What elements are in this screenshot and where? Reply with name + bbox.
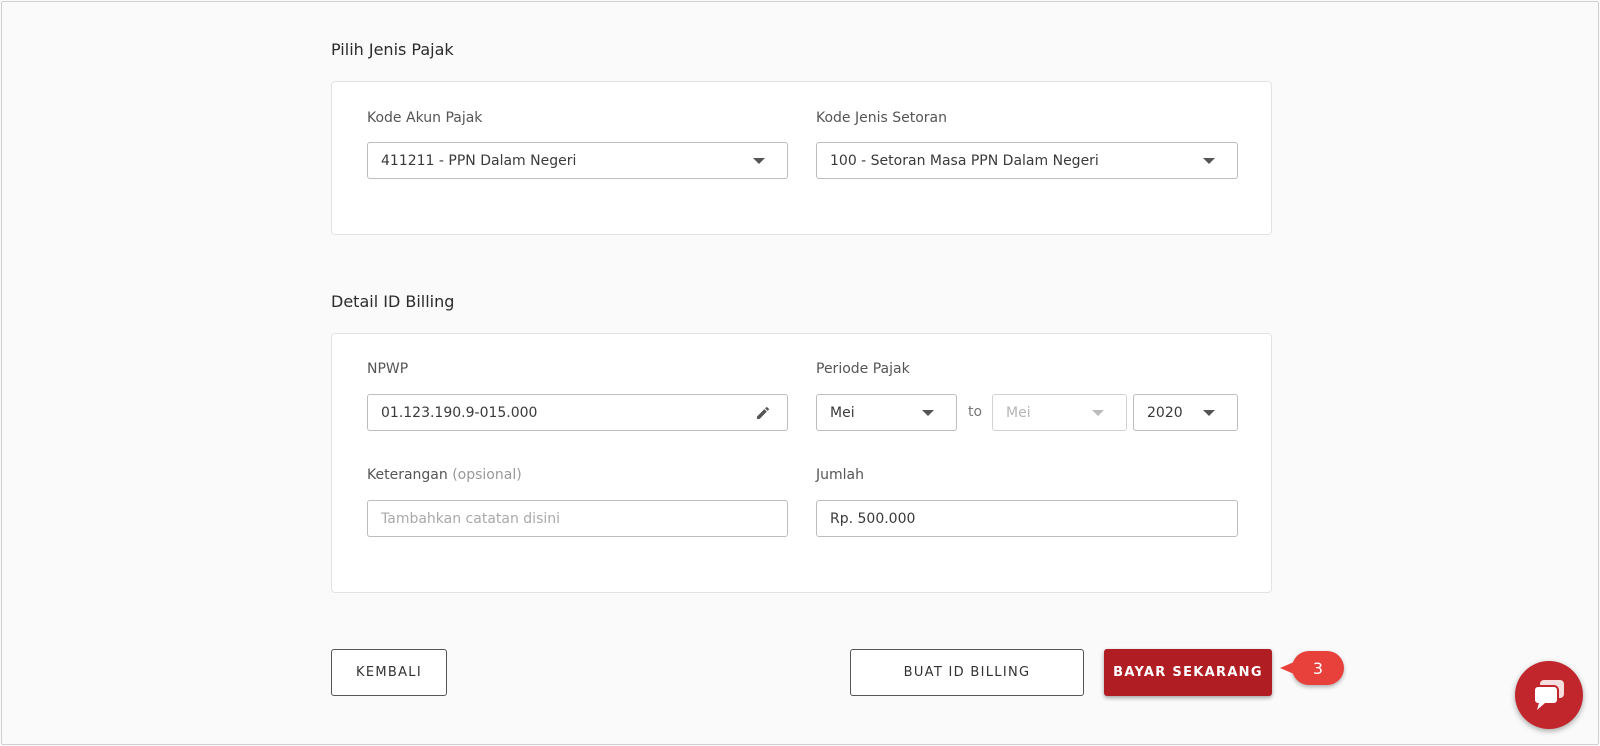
note-optional-text: (opsional) (452, 467, 522, 483)
period-year-value: 2020 (1147, 404, 1183, 421)
period-to-text: to (968, 404, 983, 420)
period-to-select[interactable]: Mei (992, 394, 1127, 431)
pencil-icon[interactable] (755, 405, 771, 421)
deposit-type-value: 100 - Setoran Masa PPN Dalam Negeri (830, 152, 1099, 169)
chevron-down-icon (1203, 157, 1215, 164)
deposit-type-select[interactable]: 100 - Setoran Masa PPN Dalam Negeri (816, 142, 1238, 179)
back-button[interactable]: KEMBALI (331, 649, 447, 696)
billing-card: NPWP 01.123.190.9-015.000 Periode Pajak … (331, 333, 1272, 593)
account-code-value: 411211 - PPN Dalam Negeri (381, 152, 577, 169)
amount-value: Rp. 500.000 (830, 510, 916, 527)
npwp-label: NPWP (367, 361, 409, 377)
chevron-down-icon (1092, 409, 1104, 416)
step-callout: 3 (1280, 651, 1344, 685)
account-code-select[interactable]: 411211 - PPN Dalam Negeri (367, 142, 788, 179)
note-input[interactable]: Tambahkan catatan disini (367, 500, 788, 537)
deposit-type-label: Kode Jenis Setoran (816, 110, 948, 126)
account-code-label: Kode Akun Pajak (367, 110, 483, 126)
period-from-select[interactable]: Mei (816, 394, 957, 431)
period-from-value: Mei (830, 404, 855, 421)
note-label: Keterangan (opsional) (367, 467, 522, 483)
npwp-value: 01.123.190.9-015.000 (381, 404, 538, 421)
amount-input[interactable]: Rp. 500.000 (816, 500, 1238, 537)
chevron-down-icon (922, 409, 934, 416)
section-title-billing: Detail ID Billing (331, 292, 455, 311)
pay-now-button[interactable]: BAYAR SEKARANG (1104, 649, 1272, 696)
section-title-tax-type: Pilih Jenis Pajak (331, 40, 454, 59)
chat-button[interactable] (1515, 661, 1583, 729)
tax-type-card: Kode Akun Pajak 411211 - PPN Dalam Neger… (331, 81, 1272, 235)
note-placeholder: Tambahkan catatan disini (381, 510, 561, 527)
period-to-value: Mei (1006, 404, 1031, 421)
create-billing-button[interactable]: BUAT ID BILLING (850, 649, 1084, 696)
amount-label: Jumlah (816, 467, 864, 483)
period-label: Periode Pajak (816, 361, 910, 377)
chevron-down-icon (1203, 409, 1215, 416)
chat-bubble-icon (1533, 680, 1564, 710)
chevron-down-icon (753, 157, 765, 164)
note-label-text: Keterangan (367, 467, 448, 483)
npwp-field[interactable]: 01.123.190.9-015.000 (367, 394, 788, 431)
period-year-select[interactable]: 2020 (1133, 394, 1238, 431)
